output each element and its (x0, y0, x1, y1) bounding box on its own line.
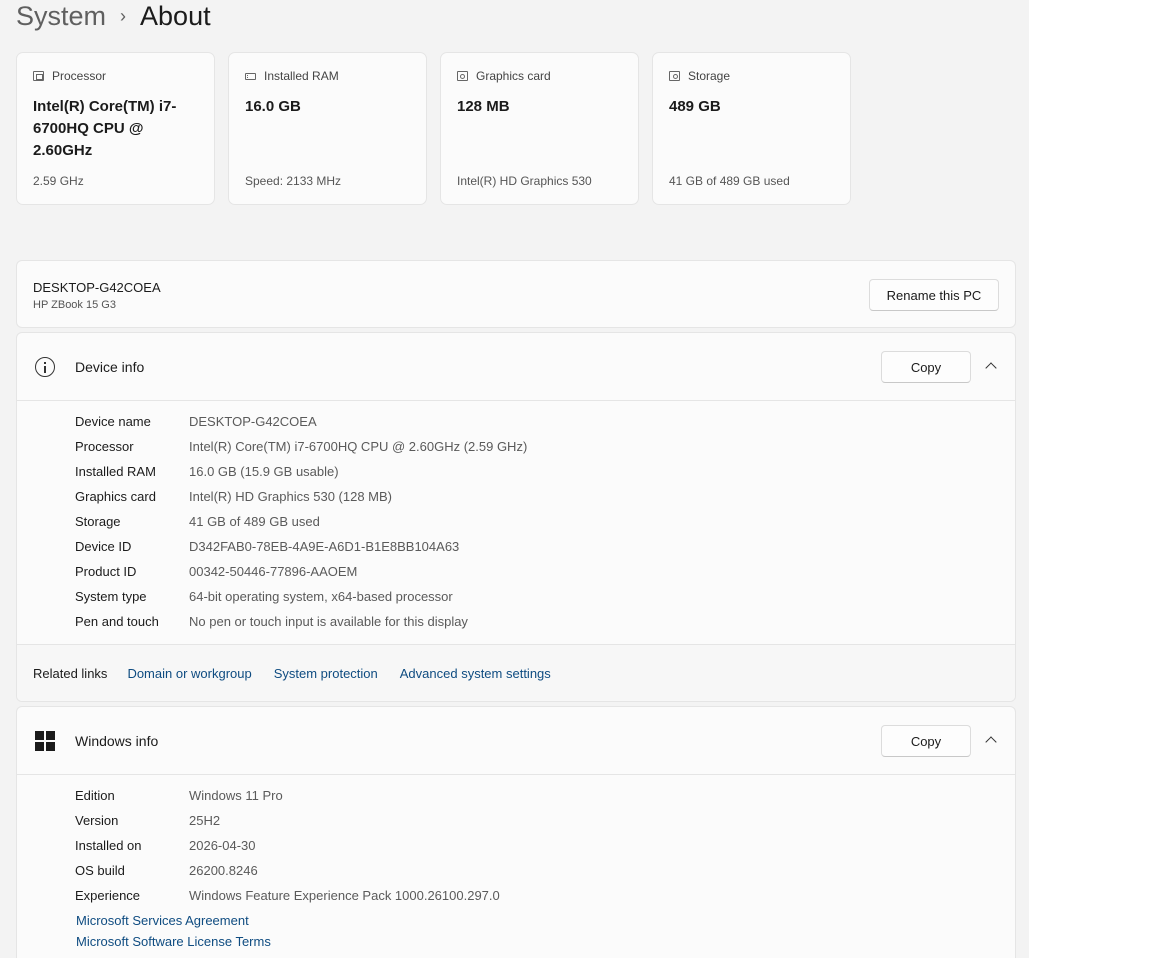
ram-icon (245, 72, 256, 80)
system-protection-link[interactable]: System protection (274, 666, 378, 681)
spec-label: Installed RAM (75, 464, 156, 479)
spec-value: 26200.8246 (189, 863, 258, 878)
related-links-bar: Related links Domain or workgroup System… (17, 644, 1015, 701)
spec-row: Device ID D342FAB0-78EB-4A9E-A6D1-B1E8BB1… (75, 534, 1015, 559)
settings-about-page: System › About Processor Intel(R) Core(T… (0, 0, 1029, 958)
spec-value: 2026-04-30 (189, 838, 256, 853)
windows-info-title: Windows info (75, 733, 159, 749)
ram-card: Installed RAM 16.0 GB Speed: 2133 MHz (228, 52, 427, 205)
spec-row: Storage 41 GB of 489 GB used (75, 509, 1015, 534)
card-value: 128 MB (457, 98, 510, 115)
device-info-header[interactable]: Device info Copy (17, 333, 1015, 401)
spec-row: Installed RAM 16.0 GB (15.9 GB usable) (75, 459, 1015, 484)
pc-name-box: DESKTOP-G42COEA HP ZBook 15 G3 Rename th… (16, 260, 1016, 328)
storage-icon (669, 71, 680, 81)
card-label: Storage (688, 69, 731, 83)
spec-value: D342FAB0-78EB-4A9E-A6D1-B1E8BB104A63 (189, 539, 460, 554)
spec-label: Experience (75, 888, 141, 903)
windows-logo-icon (35, 731, 55, 751)
spec-value: 00342-50446-77896-AAOEM (189, 564, 358, 579)
spec-value: DESKTOP-G42COEA (189, 414, 317, 429)
spec-value: 64-bit operating system, x64-based proce… (189, 589, 453, 604)
domain-workgroup-link[interactable]: Domain or workgroup (127, 666, 251, 681)
processor-icon (33, 71, 44, 81)
spec-label: Edition (75, 788, 115, 803)
spec-label: OS build (75, 863, 125, 878)
spec-row: OS build 26200.8246 (75, 858, 1015, 883)
services-agreement-link[interactable]: Microsoft Services Agreement (76, 910, 1015, 931)
graphics-card-card: Graphics card 128 MB Intel(R) HD Graphic… (440, 52, 639, 205)
chevron-up-icon[interactable] (985, 362, 997, 374)
spec-row: Processor Intel(R) Core(TM) i7-6700HQ CPU… (75, 434, 1015, 459)
card-value: 489 GB (669, 98, 721, 115)
spec-row: Version 25H2 (75, 808, 1015, 833)
spec-row: System type 64-bit operating system, x64-… (75, 584, 1015, 609)
spec-value: Windows Feature Experience Pack 1000.261… (189, 888, 500, 903)
spec-row: Experience Windows Feature Experience Pac… (75, 883, 1015, 908)
spec-label: Product ID (75, 564, 137, 579)
graphics-card-icon (457, 71, 468, 81)
spec-value: Windows 11 Pro (189, 788, 283, 803)
device-info-section: Device info Copy Device name DESKTOP-G42C… (16, 332, 1016, 702)
card-label: Installed RAM (264, 69, 339, 83)
card-label: Graphics card (476, 69, 551, 83)
copy-device-info-button[interactable]: Copy (881, 351, 971, 383)
spec-value: No pen or touch input is available for t… (189, 614, 468, 629)
spec-label: Processor (75, 439, 134, 454)
spec-value: 41 GB of 489 GB used (189, 514, 320, 529)
spec-row: Pen and touch No pen or touch input is av… (75, 609, 1015, 634)
spec-row: Graphics card Intel(R) HD Graphics 530 (1… (75, 484, 1015, 509)
storage-card: Storage 489 GB 41 GB of 489 GB used (652, 52, 851, 205)
rename-pc-button[interactable]: Rename this PC (869, 279, 999, 311)
card-subtext: 41 GB of 489 GB used (669, 174, 790, 188)
spec-cards: Processor Intel(R) Core(TM) i7-6700HQ CP… (16, 52, 851, 205)
chevron-up-icon[interactable] (985, 736, 997, 748)
spec-row: Device name DESKTOP-G42COEA (75, 409, 1015, 434)
spec-row: Edition Windows 11 Pro (75, 783, 1015, 808)
card-label: Processor (52, 69, 107, 83)
windows-info-header[interactable]: Windows info Copy (17, 707, 1015, 775)
windows-info-section: Windows info Copy Edition Windows 11 Pro … (16, 706, 1016, 958)
license-terms-link[interactable]: Microsoft Software License Terms (76, 931, 1015, 952)
spec-label: System type (75, 589, 147, 604)
spec-row: Installed on 2026-04-30 (75, 833, 1015, 858)
pc-name: DESKTOP-G42COEA (33, 280, 161, 295)
card-subtext: 2.59 GHz (33, 174, 84, 188)
card-subtext: Intel(R) HD Graphics 530 (457, 174, 592, 188)
spec-label: Pen and touch (75, 614, 159, 629)
related-links-label: Related links (33, 666, 108, 681)
spec-label: Version (75, 813, 119, 828)
device-info-title: Device info (75, 359, 145, 375)
spec-label: Graphics card (75, 489, 156, 504)
spec-label: Storage (75, 514, 121, 529)
page-title: About (140, 0, 211, 31)
card-subtext: Speed: 2133 MHz (245, 174, 342, 188)
info-icon (35, 357, 55, 377)
spec-row: Product ID 00342-50446-77896-AAOEM (75, 559, 1015, 584)
breadcrumb: System › About (16, 0, 211, 36)
copy-windows-info-button[interactable]: Copy (881, 725, 971, 757)
pc-model: HP ZBook 15 G3 (33, 299, 116, 311)
advanced-system-settings-link[interactable]: Advanced system settings (400, 666, 551, 681)
spec-value: 25H2 (189, 813, 221, 828)
chevron-right-icon: › (120, 5, 127, 26)
card-value: Intel(R) Core(TM) i7-6700HQ CPU @ 2.60GH… (33, 98, 177, 159)
windows-legal-links: Microsoft Services Agreement Microsoft S… (17, 910, 1015, 952)
spec-value: Intel(R) Core(TM) i7-6700HQ CPU @ 2.60GH… (189, 439, 528, 454)
card-value: 16.0 GB (245, 98, 301, 115)
windows-specs-list: Edition Windows 11 Pro Version 25H2 Instal… (17, 775, 1015, 908)
spec-label: Device name (75, 414, 151, 429)
spec-value: Intel(R) HD Graphics 530 (128 MB) (189, 489, 393, 504)
spec-label: Installed on (75, 838, 142, 853)
spec-value: 16.0 GB (15.9 GB usable) (189, 464, 339, 479)
device-specs-list: Device name DESKTOP-G42COEA Processor Inte… (17, 401, 1015, 634)
processor-card: Processor Intel(R) Core(TM) i7-6700HQ CP… (16, 52, 215, 205)
breadcrumb-system-link[interactable]: System (16, 1, 106, 32)
spec-label: Device ID (75, 539, 132, 554)
